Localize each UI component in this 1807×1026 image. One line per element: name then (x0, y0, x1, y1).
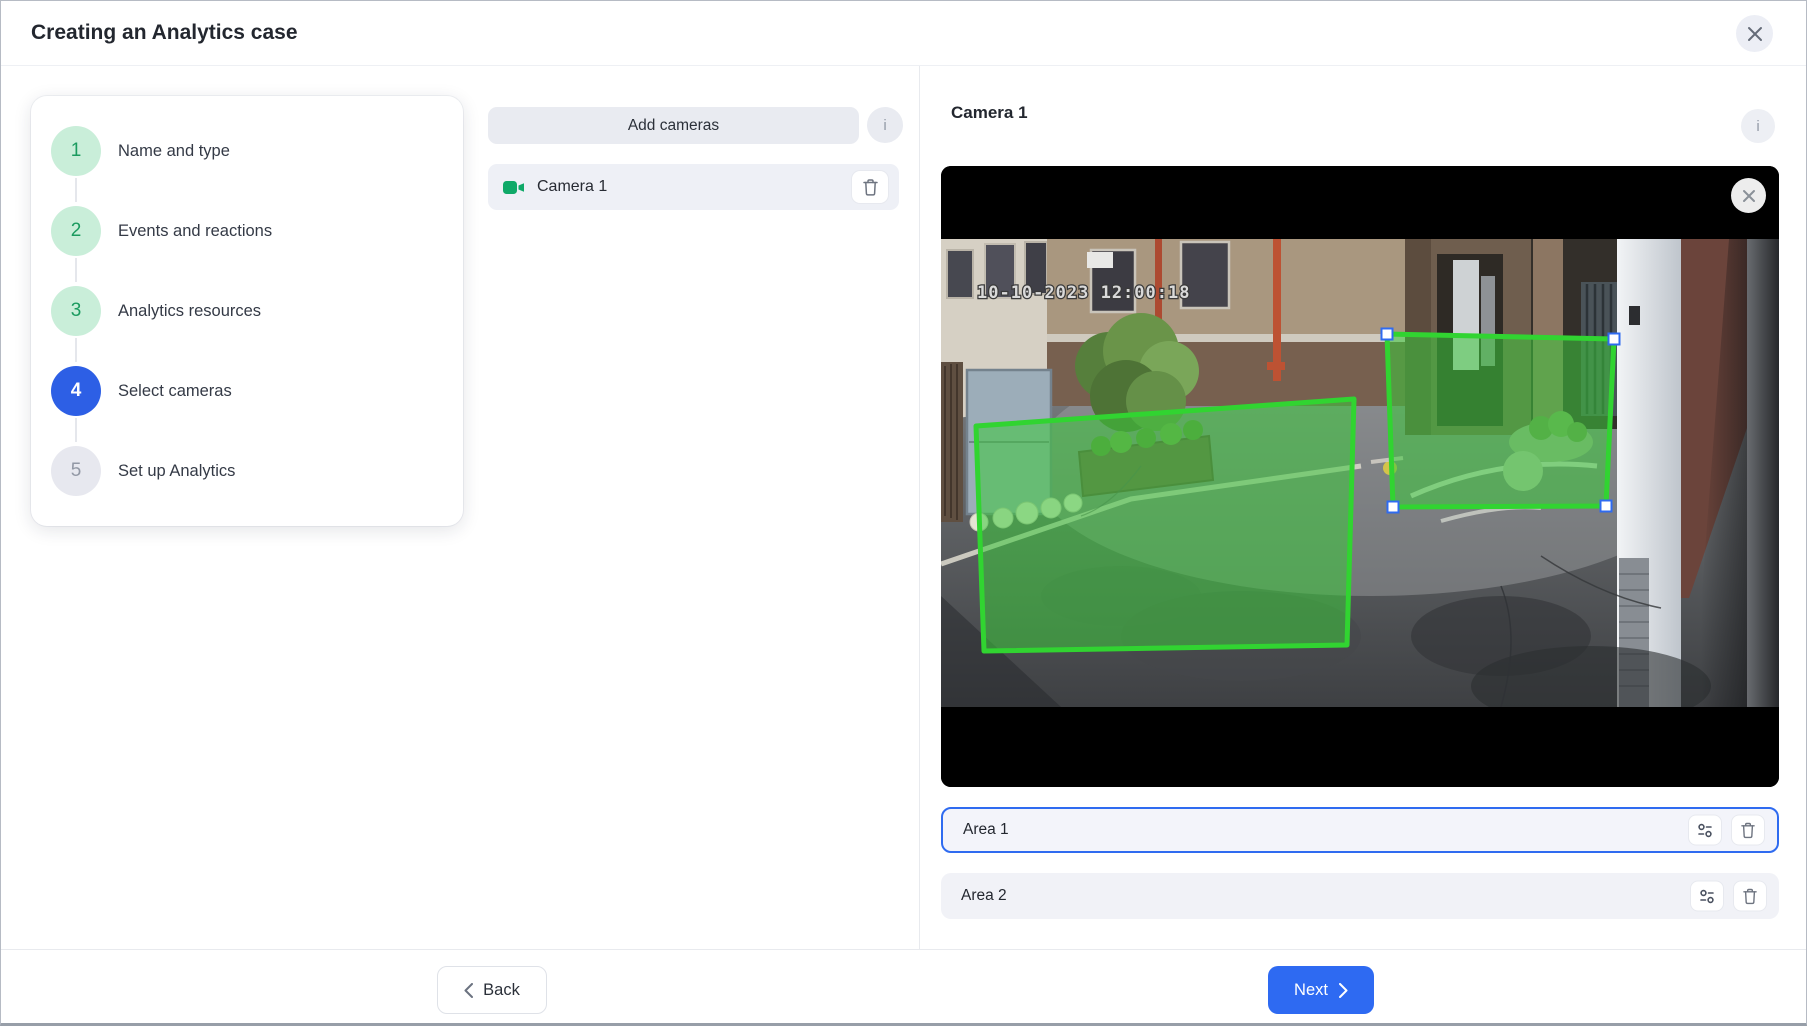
sliders-icon (1697, 822, 1713, 838)
close-icon (1742, 189, 1756, 203)
sliders-icon (1699, 888, 1715, 904)
area-list-item-1[interactable]: Area 1 (941, 807, 1779, 853)
step-label: Analytics resources (118, 302, 261, 321)
stepper-step-events-and-reactions[interactable]: 2 Events and reactions (31, 191, 463, 271)
step-label: Set up Analytics (118, 462, 235, 481)
trash-icon (1743, 888, 1757, 904)
camera-name: Camera 1 (537, 178, 607, 196)
footer-divider (1, 949, 1806, 950)
area-label: Area 2 (961, 887, 1007, 905)
area-label: Area 1 (963, 821, 1009, 839)
analytics-case-modal: Creating an Analytics case 1 Name and ty… (0, 0, 1807, 1026)
step-indicator: 3 (51, 286, 101, 336)
step-indicator: 4 (51, 366, 101, 416)
panel-divider (919, 66, 920, 949)
header-divider (1, 65, 1806, 66)
stepper-step-name-and-type[interactable]: 1 Name and type (31, 111, 463, 191)
info-icon[interactable]: i (1741, 109, 1775, 143)
zone-resize-handle[interactable] (1609, 334, 1620, 345)
step-indicator: 5 (51, 446, 101, 496)
add-cameras-button[interactable]: Add cameras (488, 107, 859, 144)
preview-camera-title: Camera 1 (951, 103, 1028, 123)
camera-list-item[interactable]: Camera 1 (488, 164, 899, 210)
page-title: Creating an Analytics case (31, 1, 298, 65)
back-button[interactable]: Back (437, 966, 547, 1014)
next-button-label: Next (1294, 981, 1328, 1000)
step-indicator: 1 (51, 126, 101, 176)
step-indicator: 2 (51, 206, 101, 256)
stepper-step-select-cameras[interactable]: 4 Select cameras (31, 351, 463, 431)
back-button-label: Back (483, 981, 520, 1000)
area-settings-button[interactable] (1688, 815, 1722, 846)
area-delete-button[interactable] (1733, 881, 1767, 912)
area-delete-button[interactable] (1731, 815, 1765, 846)
video-timestamp: 10-10-2023 12:00:18 (977, 283, 1190, 303)
zone-resize-handle[interactable] (1601, 501, 1612, 512)
area-settings-button[interactable] (1690, 881, 1724, 912)
zone-polygon-area-1[interactable] (1387, 334, 1614, 507)
zone-polygon-area-2[interactable] (976, 399, 1354, 651)
info-icon[interactable]: i (867, 107, 903, 143)
area-list-item-2[interactable]: Area 2 (941, 873, 1779, 919)
close-button[interactable] (1736, 15, 1773, 52)
chevron-left-icon (464, 983, 473, 998)
stepper-step-analytics-resources[interactable]: 3 Analytics resources (31, 271, 463, 351)
zone-resize-handle[interactable] (1382, 329, 1393, 340)
zone-resize-handle[interactable] (1388, 502, 1399, 513)
step-label: Select cameras (118, 382, 232, 401)
trash-icon (1741, 822, 1755, 838)
delete-camera-button[interactable] (851, 170, 889, 204)
camera-preview-frame: 10-10-2023 12:00:18 (941, 166, 1779, 787)
camera-video-still: 10-10-2023 12:00:18 (941, 166, 1779, 787)
step-label: Events and reactions (118, 222, 272, 241)
next-button[interactable]: Next (1268, 966, 1374, 1014)
video-camera-icon (503, 180, 525, 195)
stepper-step-set-up-analytics[interactable]: 5 Set up Analytics (31, 431, 463, 511)
close-icon (1747, 26, 1763, 42)
step-label: Name and type (118, 142, 230, 161)
trash-icon (863, 179, 878, 196)
chevron-right-icon (1339, 983, 1348, 998)
wizard-stepper: 1 Name and type 2 Events and reactions 3… (31, 96, 463, 526)
preview-close-button[interactable] (1731, 178, 1766, 213)
